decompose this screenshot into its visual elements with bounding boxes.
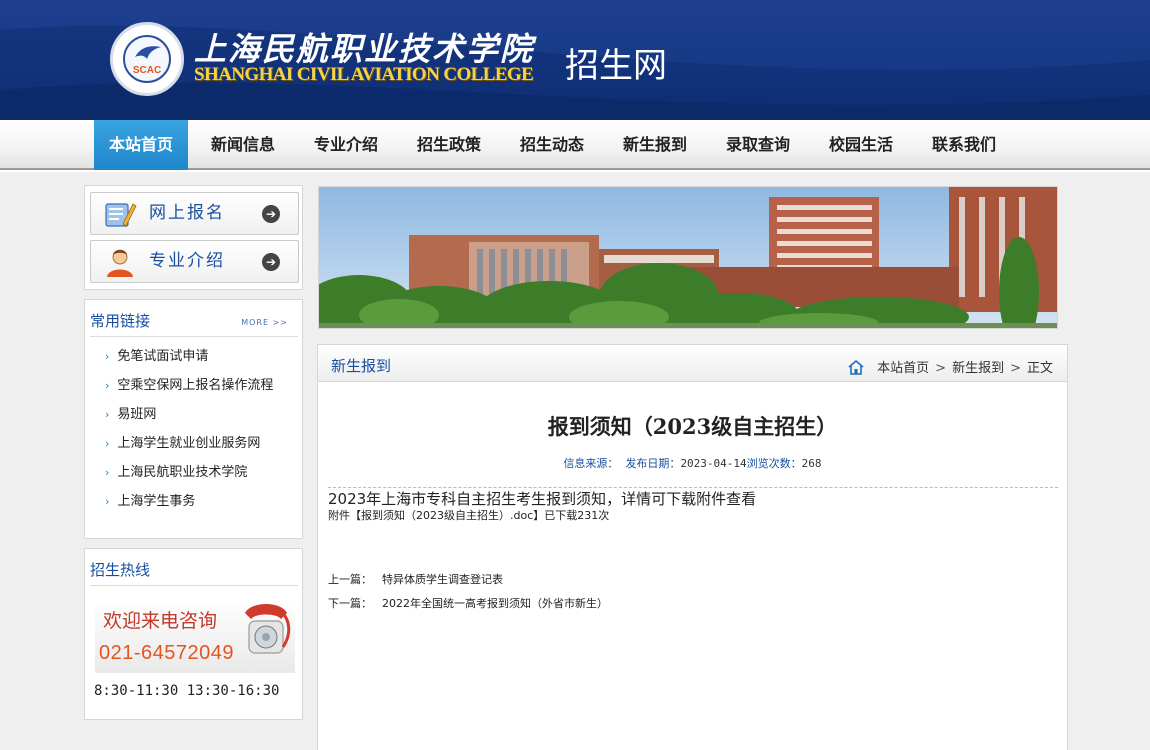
panel-divider: [90, 585, 298, 586]
link-label: 上海学生事务: [117, 494, 196, 509]
link-item[interactable]: › 上海学生就业创业服务网: [105, 432, 260, 451]
publish-date: 2023-04-14: [680, 457, 747, 470]
breadcrumb-home[interactable]: 本站首页: [877, 361, 929, 376]
quick-buttons-panel: 网上报名 ➔ 专业介绍 ➔: [84, 185, 303, 290]
nav-item-majors[interactable]: 专业介绍: [299, 120, 393, 170]
nav-item-news[interactable]: 新闻信息: [196, 120, 290, 170]
chevron-right-icon: ›: [105, 437, 110, 450]
arrow-right-icon: ➔: [262, 205, 280, 223]
date-label: 发布日期：: [625, 457, 681, 470]
link-label: 空乘空保网上报名操作流程: [117, 378, 274, 393]
article-body: 2023年上海市专科自主招生考生报到须知，详情可下载附件查看: [328, 490, 757, 508]
seal-inner-ring: SCAC: [123, 35, 171, 83]
link-label: 易班网: [117, 407, 157, 422]
bird-icon: [135, 46, 161, 59]
panel-divider: [90, 336, 298, 337]
article-title: 报到须知（2023级自主招生）: [547, 414, 838, 439]
article-meta: 信息来源： 发布日期：2023-04-14浏览次数：268: [318, 455, 1067, 471]
chevron-right-icon: >: [1010, 361, 1021, 376]
nav-item-policy[interactable]: 招生政策: [402, 120, 496, 170]
college-seal-logo[interactable]: SCAC: [110, 22, 184, 96]
link-item[interactable]: › 空乘空保网上报名操作流程: [105, 374, 273, 393]
next-article: 下一篇： 2022年全国统一高考报到须知（外省市新生）: [328, 595, 608, 611]
attachment-download-count: 】已下载231次: [533, 509, 610, 522]
arrow-right-icon: ➔: [262, 253, 280, 271]
link-item[interactable]: › 上海民航职业技术学院: [105, 461, 247, 480]
source-label: 信息来源：: [563, 457, 619, 470]
campus-banner-image: [318, 186, 1058, 329]
section-title: 新生报到: [331, 357, 392, 375]
nav-item-results[interactable]: 录取查询: [711, 120, 805, 170]
breadcrumb-section[interactable]: 新生报到: [952, 361, 1004, 376]
attachment-line: 附件【报到须知（2023级自主招生）.doc】已下载231次: [328, 507, 609, 523]
prev-article-link[interactable]: 特异体质学生调查登记表: [382, 573, 503, 586]
hotline-hours: 8:30-11:30 13:30-16:30: [94, 683, 280, 699]
form-pen-icon: [105, 203, 137, 227]
site-header: SCAC 上海民航职业技术学院 SHANGHAI CIVIL AVIATION …: [0, 0, 1150, 120]
prev-label: 上一篇：: [328, 573, 372, 586]
link-label: 上海民航职业技术学院: [117, 465, 248, 480]
college-name-english: SHANGHAI CIVIL AVIATION COLLEGE: [194, 64, 534, 85]
chevron-right-icon: ›: [105, 350, 110, 363]
telephone-icon: [245, 604, 291, 654]
link-item[interactable]: › 免笔试面试申请: [105, 345, 208, 364]
attachment-prefix: 附件【: [328, 509, 361, 522]
campus-photo: [319, 187, 1057, 328]
seal-text: SCAC: [132, 65, 162, 76]
breadcrumb-current: 正文: [1026, 361, 1053, 376]
online-registration-button[interactable]: 网上报名 ➔: [90, 192, 299, 235]
more-link[interactable]: MORE >>: [241, 318, 288, 327]
hotline-title: 招生热线: [90, 561, 151, 579]
chevron-right-icon: ›: [105, 466, 110, 479]
chevron-right-icon: ›: [105, 379, 110, 392]
views-label: 浏览次数：: [746, 457, 802, 470]
common-links-panel: 常用链接 MORE >> › 免笔试面试申请 › 空乘空保网上报名操作流程 › 易班网…: [84, 299, 303, 539]
link-item[interactable]: › 易班网: [105, 403, 156, 422]
majors-intro-button[interactable]: 专业介绍 ➔: [90, 240, 299, 283]
hotline-welcome-text: 欢迎来电咨询: [103, 610, 218, 632]
site-name: 招生网: [565, 46, 667, 86]
link-item[interactable]: › 上海学生事务: [105, 490, 195, 509]
chevron-right-icon: ›: [105, 495, 110, 508]
hotline-phone-number[interactable]: 021-64572049: [99, 642, 234, 665]
link-label: 免笔试面试申请: [117, 349, 209, 364]
nav-item-campus-life[interactable]: 校园生活: [814, 120, 908, 170]
link-label: 上海学生就业创业服务网: [117, 436, 261, 451]
nav-item-home[interactable]: 本站首页: [94, 120, 189, 170]
college-name-chinese: 上海民航职业技术学院: [194, 30, 535, 68]
home-icon: [848, 359, 864, 375]
view-count: 268: [801, 457, 822, 470]
nav-item-contact[interactable]: 联系我们: [917, 120, 1011, 170]
majors-intro-label: 专业介绍: [149, 251, 225, 271]
article-panel: 新生报到 本站首页 > 新生报到 > 正文 报到须知（2023级自主招生） 信息来源： …: [317, 344, 1068, 750]
nav-item-registration[interactable]: 新生报到: [608, 120, 702, 170]
next-article-link[interactable]: 2022年全国统一高考报到须知（外省市新生）: [382, 597, 608, 610]
next-label: 下一篇：: [328, 597, 372, 610]
common-links-title: 常用链接: [90, 312, 151, 330]
hotline-panel: 招生热线 欢迎来电咨询 021-64572049 8:30-11:30 13:3…: [84, 548, 303, 720]
online-registration-label: 网上报名: [149, 203, 225, 223]
user-icon: [107, 249, 133, 277]
hotline-banner: 欢迎来电咨询 021-64572049: [95, 599, 295, 673]
nav-item-admission-news[interactable]: 招生动态: [505, 120, 599, 170]
main-nav: 本站首页 新闻信息 专业介绍 招生政策 招生动态 新生报到 录取查询 校园生活 …: [0, 120, 1150, 170]
breadcrumb: 本站首页 > 新生报到 > 正文: [847, 357, 1053, 376]
chevron-right-icon: ›: [105, 408, 110, 421]
article-panel-header: 新生报到 本站首页 > 新生报到 > 正文: [318, 345, 1067, 382]
chevron-right-icon: >: [935, 361, 947, 376]
attachment-link[interactable]: 报到须知（2023级自主招生）.doc: [361, 509, 533, 522]
prev-article: 上一篇： 特异体质学生调查登记表: [328, 571, 503, 587]
